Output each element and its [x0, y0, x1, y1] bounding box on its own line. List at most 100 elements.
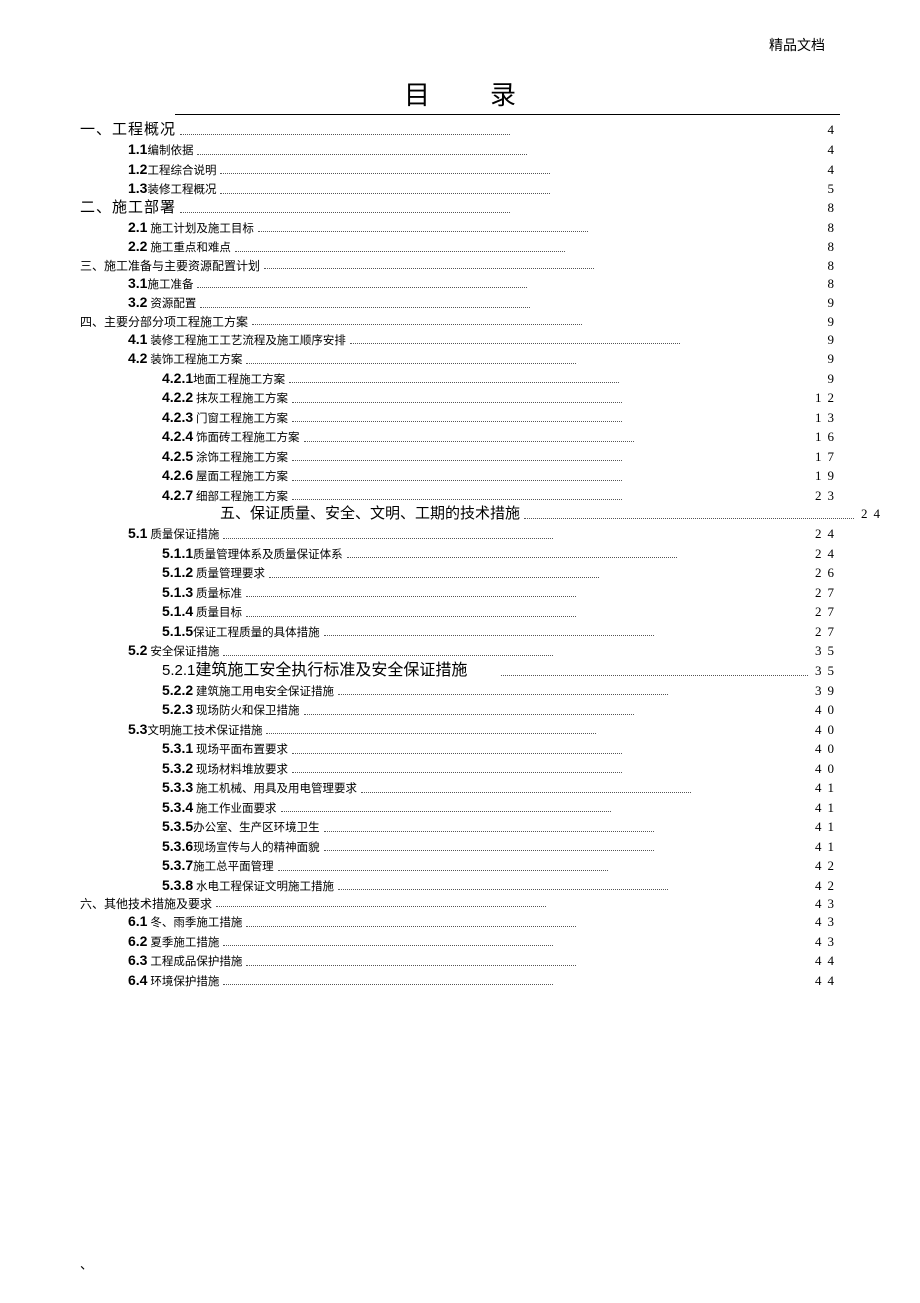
toc-entry-text: 4.2.7 细部工程施工方案: [162, 488, 288, 504]
toc-entry-number: 4.2.7: [162, 487, 193, 503]
toc-leader-dots: [246, 596, 576, 597]
toc-entry-text: 六、其他技术措施及要求: [80, 898, 212, 910]
toc-entry-number: 6.4: [128, 972, 147, 988]
toc-leader-dots: [361, 792, 691, 793]
toc-leader-dots: [324, 635, 654, 636]
toc-entry: 5.2.2 建筑施工用电安全保证措施 39: [80, 683, 840, 699]
toc-leader-dots: [200, 307, 530, 308]
toc-entry-number: 5.2.1: [162, 662, 195, 679]
toc-entry-page: 35: [812, 664, 840, 677]
toc-entry: 5.1.3 质量标准27: [80, 585, 840, 601]
toc-entry-label: 资源配置: [147, 298, 196, 310]
toc-entry-label: 施工准备: [147, 279, 193, 291]
toc-leader-dots: [501, 675, 808, 676]
toc-entry-page: 24: [812, 527, 840, 540]
toc-entry-page: 9: [812, 315, 840, 328]
toc-leader-dots: [197, 287, 527, 288]
toc-leader-dots: [252, 324, 582, 325]
toc-entry-page: 39: [812, 684, 840, 697]
toc-leader-dots: [266, 733, 596, 734]
toc-entry-page: 44: [812, 974, 840, 987]
toc-entry: 1.3装修工程概况5: [80, 181, 840, 197]
toc-entry: 6.4 环境保护措施 44: [80, 973, 840, 989]
toc-entry-page: 41: [812, 840, 840, 853]
toc-leader-dots: [289, 382, 619, 383]
toc-entry-text: 3.1施工准备: [128, 276, 193, 292]
toc-entry: 5.1.2 质量管理要求26: [80, 565, 840, 581]
toc-entry-text: 5.2.2 建筑施工用电安全保证措施: [162, 683, 334, 699]
toc-entry: 3.2 资源配置9: [80, 295, 840, 311]
toc-leader-dots: [223, 655, 553, 656]
toc-entry: 四、主要分部分项工程施工方案 9: [80, 315, 840, 328]
toc-entry-page: 24: [812, 547, 840, 560]
toc-entry-page: 8: [812, 259, 840, 272]
toc-entry: 5.3.6现场宣传与人的精神面貌 41: [80, 839, 840, 855]
toc-leader-dots: [324, 831, 654, 832]
toc-entry-text: 5.2 安全保证措施: [128, 643, 219, 659]
toc-entry-number: 5.2: [128, 642, 147, 658]
toc-entry-text: 四、主要分部分项工程施工方案: [80, 316, 248, 328]
toc-entry-text: 5.3.6现场宣传与人的精神面貌: [162, 839, 320, 855]
toc-entry-number: 6.1: [128, 913, 147, 929]
toc-leader-dots: [292, 772, 622, 773]
toc-entry-number: 5.3.3: [162, 779, 193, 795]
toc-leader-dots: [338, 694, 668, 695]
toc-entry-page: 8: [812, 240, 840, 253]
title-underline: [175, 114, 840, 115]
toc-entry-page: 4: [812, 123, 840, 136]
toc-leader-dots: [223, 984, 553, 985]
toc-entry-number: 6.3: [128, 952, 147, 968]
toc-entry-text: 5.3.3 施工机械、用具及用电管理要求: [162, 780, 357, 796]
toc-entry-number: 5.1.4: [162, 603, 193, 619]
toc-entry-number: 5.3.4: [162, 799, 193, 815]
toc-entry-label: 现场宣传与人的精神面貌: [193, 842, 320, 854]
toc-entry-number: 6.2: [128, 933, 147, 949]
toc-entry: 三、施工准备与主要资源配置计划8: [80, 259, 840, 272]
toc-entry-label: 装饰工程施工方案: [147, 354, 242, 366]
toc-entry: 5.3.7施工总平面管理42: [80, 858, 840, 874]
toc-leader-dots: [338, 889, 668, 890]
toc-entry-label: 四、主要分部分项工程施工方案: [80, 315, 248, 329]
toc-entry-label: 建筑施工用电安全保证措施: [193, 686, 334, 698]
toc-leader-dots: [347, 557, 677, 558]
toc-entry-label: 工程成品保护措施: [147, 956, 242, 968]
toc-entry-page: 41: [812, 820, 840, 833]
toc-leader-dots: [350, 343, 680, 344]
table-of-contents: 一、工程概况41.1编制依据41.2工程综合说明41.3装修工程概况5二、施工部…: [80, 123, 840, 988]
toc-entry-text: 4.1 装修工程施工工艺流程及施工顺序安排: [128, 332, 346, 348]
toc-leader-dots: [324, 850, 654, 851]
toc-entry: 2.2 施工重点和难点8: [80, 239, 840, 255]
toc-entry-page: 27: [812, 625, 840, 638]
toc-entry: 4.2.4 饰面砖工程施工方案16: [80, 429, 840, 445]
toc-entry-page: 40: [812, 703, 840, 716]
toc-entry: 6.1 冬、雨季施工措施43: [80, 914, 840, 930]
toc-entry: 4.2 装饰工程施工方案9: [80, 351, 840, 367]
toc-entry-label: 施工机械、用具及用电管理要求: [193, 783, 357, 795]
toc-entry-number: 4.2.4: [162, 428, 193, 444]
footer-mark: 、: [80, 1254, 93, 1273]
toc-entry: 4.2.5 涂饰工程施工方案17: [80, 449, 840, 465]
toc-entry-text: 1.2工程综合说明: [128, 162, 216, 178]
toc-entry-page: 35: [812, 644, 840, 657]
toc-entry-number: 4.2.3: [162, 409, 193, 425]
toc-entry-label: 细部工程施工方案: [193, 491, 288, 503]
toc-entry: 二、施工部署8: [80, 201, 840, 216]
toc-entry: 3.1施工准备 8: [80, 276, 840, 292]
toc-entry-text: 4.2 装饰工程施工方案: [128, 351, 242, 367]
toc-entry-text: 5.1.2 质量管理要求: [162, 565, 265, 581]
toc-entry-page: 40: [812, 742, 840, 755]
toc-entry-page: 43: [812, 915, 840, 928]
toc-entry-number: 4.2.5: [162, 448, 193, 464]
toc-entry-number: 5.1.2: [162, 564, 193, 580]
toc-entry-label: 环境保护措施: [147, 976, 219, 988]
toc-entry-number: 5.3.7: [162, 857, 193, 873]
toc-entry: 5.3.3 施工机械、用具及用电管理要求41: [80, 780, 840, 796]
toc-entry-label: 文明施工技术保证措施: [147, 725, 262, 737]
toc-entry-label: 饰面砖工程施工方案: [193, 432, 299, 444]
toc-entry-text: 1.1编制依据: [128, 142, 193, 158]
toc-entry-page: 8: [812, 277, 840, 290]
toc-entry-label: 编制依据: [147, 145, 193, 157]
toc-entry-text: 5.1.1质量管理体系及质量保证体系: [162, 546, 343, 562]
toc-leader-dots: [269, 577, 599, 578]
toc-entry-number: 5.1.5: [162, 623, 193, 639]
